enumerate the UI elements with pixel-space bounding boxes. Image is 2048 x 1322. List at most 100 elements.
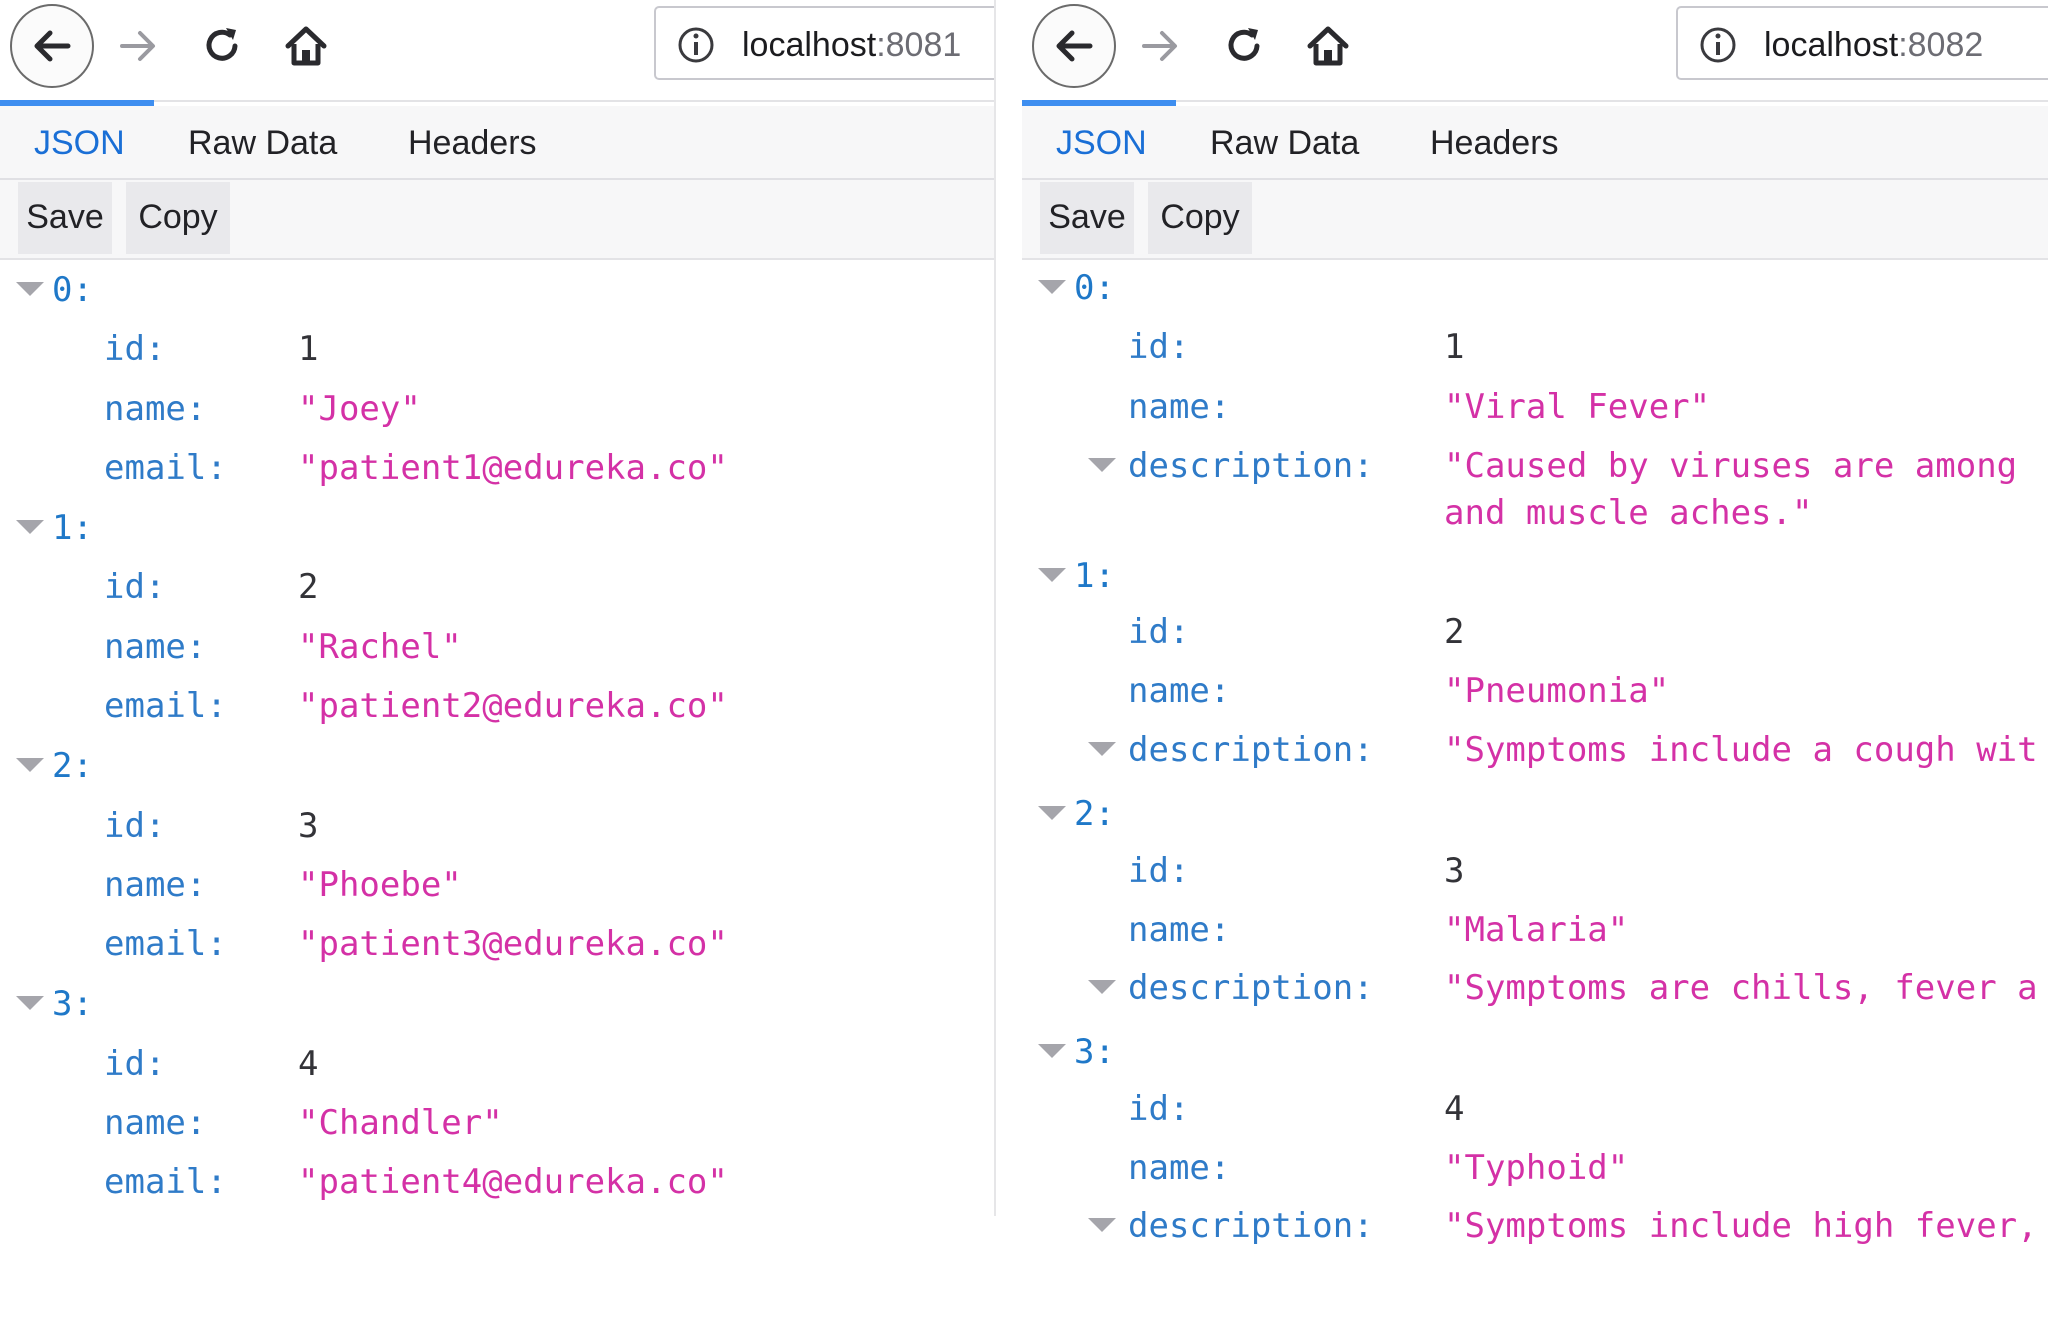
url-text: localhost:8081 bbox=[742, 26, 962, 64]
tab-headers[interactable]: Headers bbox=[408, 124, 537, 163]
value-email: "patient3@edureka.co" bbox=[298, 924, 728, 964]
array-index: 3: bbox=[1074, 1032, 1115, 1072]
save-button[interactable]: Save bbox=[18, 182, 112, 254]
url-text: localhost:8082 bbox=[1764, 26, 1984, 64]
key-email: email: bbox=[104, 924, 227, 964]
address-bar[interactable]: localhost:8082 bbox=[1676, 6, 2048, 80]
viewer-tabs: JSON Raw Data Headers bbox=[0, 106, 994, 180]
tab-json[interactable]: JSON bbox=[1056, 124, 1147, 163]
value-name: "Joey" bbox=[298, 389, 421, 429]
value-id: 2 bbox=[298, 567, 319, 607]
forward-arrow-icon[interactable] bbox=[1138, 24, 1182, 68]
value-id: 1 bbox=[1444, 327, 1465, 367]
collapse-toggle-icon[interactable] bbox=[16, 996, 44, 1010]
collapse-toggle-icon[interactable] bbox=[1088, 458, 1116, 472]
back-button[interactable] bbox=[10, 4, 94, 88]
value-email: "patient2@edureka.co" bbox=[298, 686, 728, 726]
key-id: id: bbox=[104, 1044, 166, 1084]
navigation-toolbar: localhost:8082 bbox=[1022, 0, 2048, 102]
value-description: "Symptoms include a cough wit bbox=[1444, 730, 2038, 770]
tab-json[interactable]: JSON bbox=[34, 124, 125, 163]
key-name: name: bbox=[104, 865, 207, 905]
value-id: 4 bbox=[1444, 1089, 1465, 1129]
value-id: 3 bbox=[1444, 851, 1465, 891]
copy-button[interactable]: Copy bbox=[1148, 182, 1252, 254]
window-divider bbox=[994, 0, 996, 1216]
tab-headers[interactable]: Headers bbox=[1430, 124, 1559, 163]
array-index: 2: bbox=[52, 746, 93, 786]
value-name: "Malaria" bbox=[1444, 910, 1629, 950]
key-id: id: bbox=[104, 329, 166, 369]
navigation-toolbar: localhost:8081 bbox=[0, 0, 994, 102]
tab-raw-data[interactable]: Raw Data bbox=[1210, 124, 1359, 163]
left-browser-window: localhost:8081 JSON Raw Data Headers Sav… bbox=[0, 0, 994, 1322]
collapse-toggle-icon[interactable] bbox=[16, 282, 44, 296]
array-index: 0: bbox=[52, 270, 93, 310]
back-arrow-icon bbox=[1056, 30, 1093, 62]
array-index: 1: bbox=[52, 508, 93, 548]
collapse-toggle-icon[interactable] bbox=[16, 520, 44, 534]
collapse-toggle-icon[interactable] bbox=[1038, 1044, 1066, 1058]
key-description: description: bbox=[1128, 446, 1374, 486]
value-description: "Symptoms include high fever, bbox=[1444, 1206, 2038, 1246]
key-id: id: bbox=[1128, 612, 1190, 652]
viewer-tabs: JSON Raw Data Headers bbox=[1022, 106, 2048, 180]
back-button[interactable] bbox=[1032, 4, 1116, 88]
value-description: "Caused by viruses are among bbox=[1444, 446, 2018, 486]
key-name: name: bbox=[104, 1103, 207, 1143]
copy-button[interactable]: Copy bbox=[126, 182, 230, 254]
home-icon[interactable] bbox=[1306, 24, 1350, 68]
value-email: "patient1@edureka.co" bbox=[298, 448, 728, 488]
key-id: id: bbox=[1128, 851, 1190, 891]
key-id: id: bbox=[104, 567, 166, 607]
key-name: name: bbox=[1128, 671, 1231, 711]
tab-raw-data[interactable]: Raw Data bbox=[188, 124, 337, 163]
collapse-toggle-icon[interactable] bbox=[1088, 742, 1116, 756]
value-name: "Viral Fever" bbox=[1444, 387, 1711, 427]
key-name: name: bbox=[104, 627, 207, 667]
collapse-toggle-icon[interactable] bbox=[1088, 1218, 1116, 1232]
value-id: 2 bbox=[1444, 612, 1465, 652]
key-description: description: bbox=[1128, 1206, 1374, 1246]
key-email: email: bbox=[104, 1162, 227, 1202]
key-description: description: bbox=[1128, 968, 1374, 1008]
address-bar[interactable]: localhost:8081 bbox=[654, 6, 994, 80]
value-id: 1 bbox=[298, 329, 319, 369]
collapse-toggle-icon[interactable] bbox=[1038, 280, 1066, 294]
value-description: "Symptoms are chills, fever a bbox=[1444, 968, 2038, 1008]
value-name: "Typhoid" bbox=[1444, 1148, 1629, 1188]
save-button[interactable]: Save bbox=[1040, 182, 1134, 254]
value-email: "patient4@edureka.co" bbox=[298, 1162, 728, 1202]
key-id: id: bbox=[1128, 1089, 1190, 1129]
key-id: id: bbox=[104, 806, 166, 846]
collapse-toggle-icon[interactable] bbox=[1038, 806, 1066, 820]
array-index: 2: bbox=[1074, 794, 1115, 834]
value-description-continued: and muscle aches." bbox=[1444, 493, 1813, 533]
value-name: "Chandler" bbox=[298, 1103, 503, 1143]
value-id: 4 bbox=[298, 1044, 319, 1084]
collapse-toggle-icon[interactable] bbox=[1038, 568, 1066, 582]
reload-icon[interactable] bbox=[200, 24, 244, 68]
forward-arrow-icon[interactable] bbox=[116, 24, 160, 68]
value-name: "Phoebe" bbox=[298, 865, 462, 905]
key-name: name: bbox=[1128, 1148, 1231, 1188]
reload-icon[interactable] bbox=[1222, 24, 1266, 68]
array-index: 1: bbox=[1074, 556, 1115, 596]
array-index: 3: bbox=[52, 984, 93, 1024]
home-icon[interactable] bbox=[284, 24, 328, 68]
info-icon[interactable] bbox=[676, 25, 716, 65]
value-id: 3 bbox=[298, 806, 319, 846]
key-email: email: bbox=[104, 686, 227, 726]
array-index: 0: bbox=[1074, 268, 1115, 308]
collapse-toggle-icon[interactable] bbox=[16, 758, 44, 772]
key-name: name: bbox=[104, 389, 207, 429]
key-name: name: bbox=[1128, 387, 1231, 427]
collapse-toggle-icon[interactable] bbox=[1088, 980, 1116, 994]
value-name: "Rachel" bbox=[298, 627, 462, 667]
json-actions-bar: Save Copy bbox=[0, 180, 994, 260]
key-name: name: bbox=[1128, 910, 1231, 950]
info-icon[interactable] bbox=[1698, 25, 1738, 65]
back-arrow-icon bbox=[34, 30, 71, 62]
right-browser-window: localhost:8082 JSON Raw Data Headers Sav… bbox=[1022, 0, 2048, 1322]
key-description: description: bbox=[1128, 730, 1374, 770]
